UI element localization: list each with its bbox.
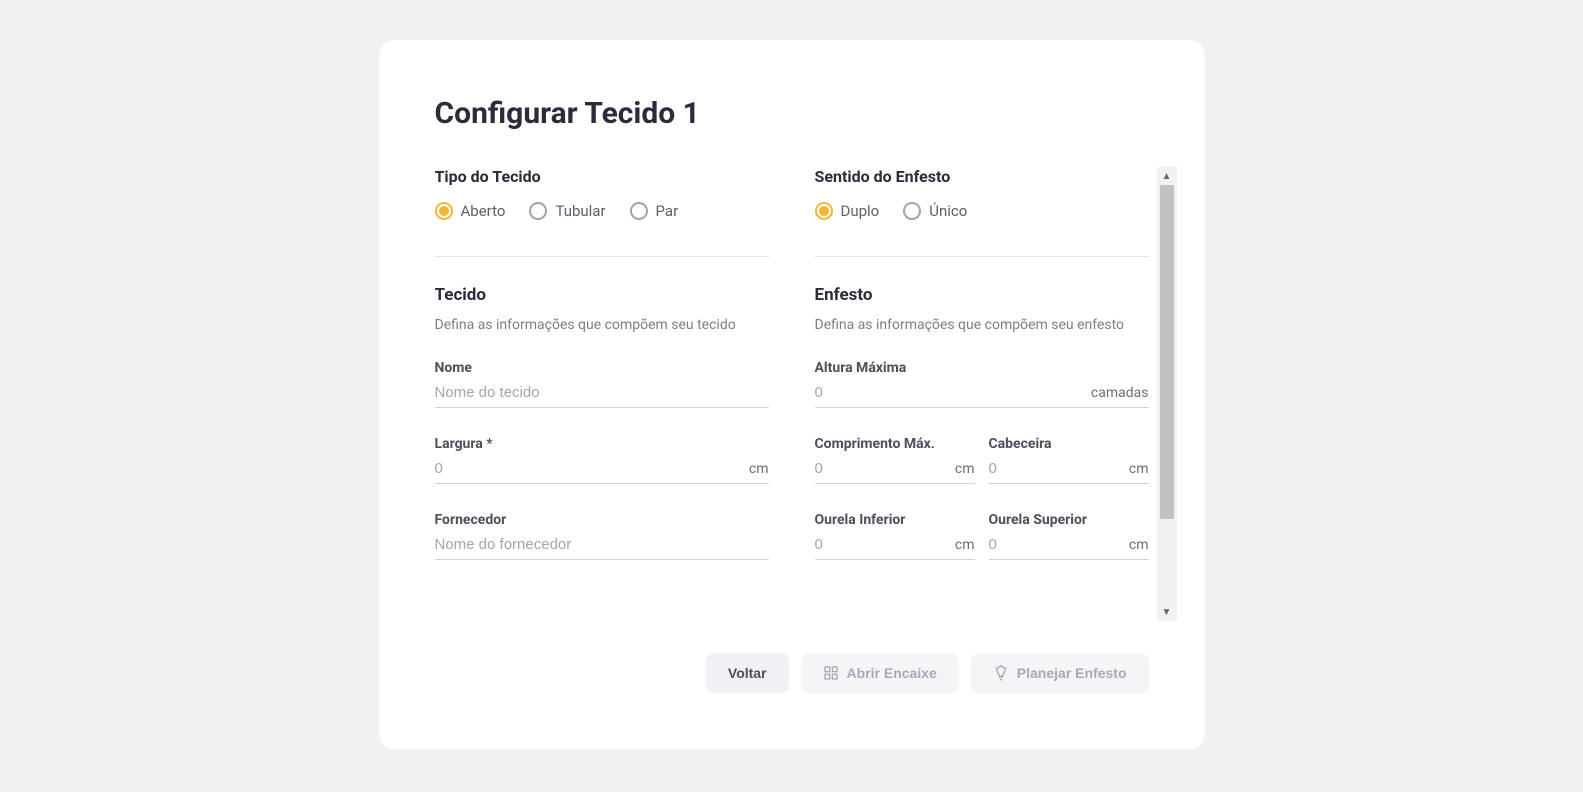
tipo-tecido-title: Tipo do Tecido	[435, 167, 769, 186]
field-nome: Nome	[435, 360, 769, 408]
field-fornecedor: Fornecedor	[435, 512, 769, 560]
row-comprimento-cabeceira: Comprimento Máx. cm Cabeceira cm	[815, 436, 1149, 512]
tecido-subtitle: Tecido	[435, 285, 769, 305]
nome-label: Nome	[435, 360, 769, 376]
sentido-enfesto-title: Sentido do Enfesto	[815, 167, 1149, 186]
field-largura: Largura * cm	[435, 436, 769, 484]
altura-input[interactable]	[815, 384, 1083, 401]
radio-icon	[903, 202, 921, 220]
radio-label: Duplo	[841, 202, 880, 220]
comprimento-input[interactable]	[815, 460, 947, 477]
radio-icon	[435, 202, 453, 220]
comprimento-label: Comprimento Máx.	[815, 436, 975, 452]
lightbulb-icon	[993, 665, 1009, 681]
ourela-inf-unit: cm	[955, 537, 975, 553]
config-card: Configurar Tecido 1 Tipo do Tecido Abert…	[379, 40, 1205, 749]
abrir-encaixe-button[interactable]: Abrir Encaixe	[801, 653, 959, 693]
tecido-desc: Defina as informações que compõem seu te…	[435, 315, 769, 336]
ourela-inf-label: Ourela Inferior	[815, 512, 975, 528]
field-comprimento: Comprimento Máx. cm	[815, 436, 975, 484]
scroll-track[interactable]	[1157, 185, 1177, 603]
page-title: Configurar Tecido 1	[435, 96, 1149, 131]
field-ourela-superior: Ourela Superior cm	[989, 512, 1149, 560]
cabeceira-unit: cm	[1129, 461, 1149, 477]
left-column: Tipo do Tecido Aberto Tubular Par	[435, 167, 769, 629]
divider	[815, 256, 1149, 257]
scrollbar[interactable]: ▲ ▼	[1157, 167, 1177, 621]
scroll-down-icon[interactable]: ▼	[1157, 603, 1177, 621]
comprimento-unit: cm	[955, 461, 975, 477]
radio-label: Aberto	[461, 202, 506, 220]
radio-label: Único	[929, 202, 967, 220]
largura-unit: cm	[749, 461, 769, 477]
nome-input[interactable]	[435, 384, 769, 401]
fornecedor-label: Fornecedor	[435, 512, 769, 528]
ourela-sup-unit: cm	[1129, 537, 1149, 553]
fornecedor-input[interactable]	[435, 536, 769, 553]
right-column: Sentido do Enfesto Duplo Único Enfesto D…	[815, 167, 1149, 629]
footer-actions: Voltar Abrir Encaixe Planejar Enfesto	[435, 653, 1149, 693]
scroll-up-icon[interactable]: ▲	[1157, 167, 1177, 185]
radio-label: Par	[656, 202, 679, 220]
field-ourela-inferior: Ourela Inferior cm	[815, 512, 975, 560]
field-altura-maxima: Altura Máxima camadas	[815, 360, 1149, 408]
enfesto-subtitle: Enfesto	[815, 285, 1149, 305]
abrir-encaixe-label: Abrir Encaixe	[847, 665, 937, 681]
field-cabeceira: Cabeceira cm	[989, 436, 1149, 484]
enfesto-desc: Defina as informações que compõem seu en…	[815, 315, 1149, 336]
altura-label: Altura Máxima	[815, 360, 1149, 376]
form-container: Tipo do Tecido Aberto Tubular Par	[435, 167, 1149, 629]
ourela-sup-input[interactable]	[989, 536, 1121, 553]
voltar-button[interactable]: Voltar	[706, 653, 789, 693]
radio-par[interactable]: Par	[630, 202, 679, 220]
altura-unit: camadas	[1091, 385, 1149, 401]
planejar-enfesto-label: Planejar Enfesto	[1017, 665, 1127, 681]
divider	[435, 256, 769, 257]
radio-duplo[interactable]: Duplo	[815, 202, 880, 220]
content-wrap: Tipo do Tecido Aberto Tubular Par	[435, 167, 1149, 629]
radio-icon	[815, 202, 833, 220]
sentido-enfesto-group: Duplo Único	[815, 202, 1149, 220]
ourela-inf-input[interactable]	[815, 536, 947, 553]
largura-label: Largura *	[435, 436, 769, 452]
ourela-sup-label: Ourela Superior	[989, 512, 1149, 528]
radio-icon	[529, 202, 547, 220]
radio-unico[interactable]: Único	[903, 202, 967, 220]
planejar-enfesto-button[interactable]: Planejar Enfesto	[971, 653, 1149, 693]
radio-icon	[630, 202, 648, 220]
grid-icon	[823, 665, 839, 681]
radio-aberto[interactable]: Aberto	[435, 202, 506, 220]
radio-label: Tubular	[555, 202, 605, 220]
row-ourelas: Ourela Inferior cm Ourela Superior cm	[815, 512, 1149, 588]
cabeceira-input[interactable]	[989, 460, 1121, 477]
voltar-label: Voltar	[728, 665, 767, 681]
tipo-tecido-group: Aberto Tubular Par	[435, 202, 769, 220]
largura-input[interactable]	[435, 460, 741, 477]
cabeceira-label: Cabeceira	[989, 436, 1149, 452]
radio-tubular[interactable]: Tubular	[529, 202, 605, 220]
scroll-thumb[interactable]	[1160, 185, 1174, 519]
